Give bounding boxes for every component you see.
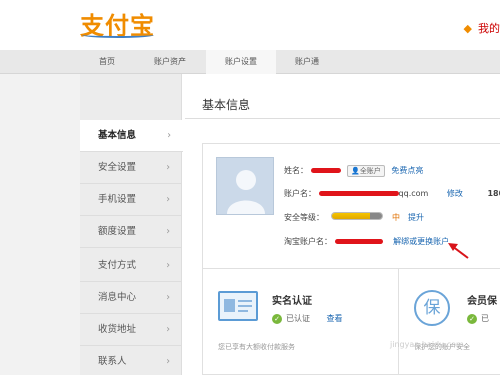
title-divider (185, 118, 500, 119)
name-row: 姓名： 👤全账户 免费点亮 (284, 165, 423, 177)
edit-account-link[interactable]: 修改 (447, 189, 463, 198)
avatar[interactable] (216, 157, 274, 215)
chevron-right-icon: › (166, 356, 170, 367)
sidebar-item-label: 基本信息 (98, 130, 137, 141)
member-status: ✓ 已 (467, 313, 489, 324)
sidebar-item-label: 消息中心 (98, 292, 137, 303)
sidebar-item-phone[interactable]: 手机设置 › (80, 184, 182, 216)
section-divider (202, 268, 500, 269)
sidebar-item-label: 收货地址 (98, 324, 137, 335)
sidebar-item-messages[interactable]: 消息中心 › (80, 282, 182, 314)
account-label: 账户名： (284, 189, 316, 198)
header-account-menu[interactable]: ◆ 我的 (464, 20, 500, 36)
member-protection-title: 会员保 (467, 296, 497, 307)
sidebar-item-address[interactable]: 收货地址 › (80, 314, 182, 346)
light-up-link[interactable]: 免费点亮 (391, 166, 423, 175)
security-level-bar (331, 212, 383, 220)
user-silhouette-icon (227, 170, 265, 214)
sidebar-item-limits[interactable]: 额度设置 › (80, 216, 182, 248)
tab-home[interactable]: 首页 (80, 50, 134, 74)
sidebar-item-label: 支付方式 (98, 260, 137, 271)
chevron-right-icon: › (167, 130, 171, 141)
bullet-icon: ◆ (463, 21, 472, 35)
tab-account-settings[interactable]: 账户设置 (206, 50, 276, 74)
page-title: 基本信息 (202, 98, 251, 112)
chevron-right-icon: › (166, 324, 170, 335)
top-nav: 首页 账户资产 账户设置 账户通 (0, 50, 500, 74)
watermark: jingyan.baidu.com (390, 340, 464, 349)
user-badge-icon: 👤 (351, 167, 360, 175)
sidebar-item-security[interactable]: 安全设置 › (80, 152, 182, 184)
chevron-right-icon: › (166, 292, 170, 303)
sidebar-item-contacts[interactable]: 联系人 › (80, 346, 182, 375)
taobao-label: 淘宝账户名： (284, 237, 332, 246)
taobao-row: 淘宝账户名： 解绑或更换账户 (284, 236, 449, 247)
card-divider (398, 268, 399, 375)
security-level-fill (332, 213, 370, 219)
security-label: 安全等级： (284, 213, 324, 222)
tab-assets[interactable]: 账户资产 (134, 50, 206, 74)
sidebar-item-payment[interactable]: 支付方式 › (80, 250, 182, 282)
sidebar-item-label: 手机设置 (98, 194, 137, 205)
chevron-right-icon: › (166, 162, 170, 173)
sidebar-item-basic-info[interactable]: 基本信息 › (80, 120, 183, 152)
unbind-change-link[interactable]: 解绑或更换账户 (393, 237, 449, 246)
check-icon: ✓ (467, 313, 477, 324)
sidebar-item-label: 额度设置 (98, 226, 137, 237)
account-row: 账户名： qq.com 修改 180 (284, 188, 500, 199)
account-domain: qq.com (398, 189, 429, 198)
logo-swoosh-icon (82, 32, 154, 38)
redacted-account (318, 191, 399, 196)
check-icon: ✓ (272, 313, 282, 324)
chevron-right-icon: › (166, 260, 170, 271)
redacted-name (310, 168, 341, 173)
chevron-right-icon: › (166, 226, 170, 237)
realname-title: 实名认证 (272, 296, 312, 307)
full-account-badge[interactable]: 👤全账户 (347, 165, 385, 177)
security-level-text: 中 (392, 213, 400, 222)
my-account-link[interactable]: 我的 (478, 20, 500, 36)
alipay-logo[interactable]: 支付宝 (80, 6, 155, 40)
view-realname-link[interactable]: 查看 (327, 314, 343, 323)
site-header: 支付宝 ◆ 我的 (0, 0, 500, 50)
realname-status: ✓ 已认证 查看 (272, 313, 343, 324)
id-card-icon (218, 291, 258, 321)
security-row: 安全等级： (284, 212, 324, 223)
account-extra-value: 180 (487, 189, 500, 198)
security-level-remainder (369, 213, 382, 219)
protection-icon: 保 (414, 290, 450, 326)
sidebar-item-label: 联系人 (98, 356, 127, 367)
improve-security-link[interactable]: 提升 (408, 212, 424, 223)
tab-account-pass[interactable]: 账户通 (276, 50, 338, 74)
sidebar: 基本信息 › 安全设置 › 手机设置 › 额度设置 › 支付方式 › 消息中心 … (80, 74, 183, 375)
realname-note: 您已享有大额收付款服务 (218, 343, 295, 351)
name-label: 姓名： (284, 166, 308, 175)
chevron-right-icon: › (166, 194, 170, 205)
sidebar-item-label: 安全设置 (98, 162, 137, 173)
redacted-taobao-account (334, 239, 383, 244)
